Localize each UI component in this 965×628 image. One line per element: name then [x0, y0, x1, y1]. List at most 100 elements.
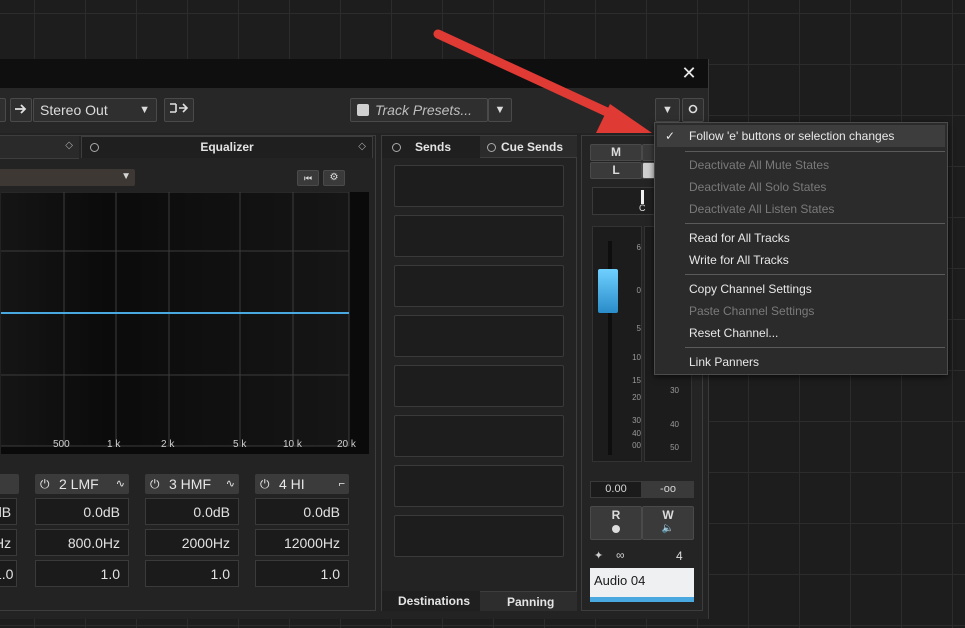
send-slot-4[interactable] — [394, 315, 564, 357]
tab-destinations[interactable]: Destinations — [382, 591, 480, 611]
menu-item-reset-channel[interactable]: Reset Channel... — [655, 322, 947, 344]
functions-menu-button[interactable]: ▼ — [655, 98, 680, 122]
mute-button[interactable]: M — [590, 144, 642, 161]
fader-scale-10: 10 — [632, 353, 641, 362]
sends-bypass-icon[interactable] — [392, 143, 401, 152]
eq-band-3-freq[interactable]: 2000Hz — [145, 529, 239, 556]
volume-fader-handle[interactable] — [598, 269, 618, 313]
menu-item-copy-settings[interactable]: Copy Channel Settings — [655, 278, 947, 300]
eq-band-4-gain[interactable]: 0.0dB — [255, 498, 349, 525]
equalizer-panel: ◇ Equalizer ◇ ▼ ⏮ ⚙ 500 1 k 2 k 5 k 10 k… — [0, 135, 376, 611]
eq-band-2-header[interactable]: ⏻ 2 LMF ∿ — [35, 474, 129, 494]
eq-band-1-gain[interactable]: dB — [0, 498, 17, 525]
send-slot-7[interactable] — [394, 465, 564, 507]
eq-preset-select[interactable]: ▼ — [0, 169, 135, 186]
left-channel-button[interactable]: L — [590, 162, 642, 179]
input-routing-button[interactable] — [0, 98, 6, 122]
menu-item-deactivate-solo[interactable]: Deactivate All Solo States — [655, 176, 947, 198]
gear-icon — [688, 104, 698, 114]
output-routing-select[interactable]: Stereo Out ▼ — [33, 98, 157, 122]
window-titlebar: ✕ — [0, 59, 708, 88]
send-slot-6[interactable] — [394, 415, 564, 457]
eq-band-2-freq[interactable]: 800.0Hz — [35, 529, 129, 556]
tab-panning-label: Panning — [507, 595, 555, 609]
eq-settings-button[interactable]: ⚙ — [323, 170, 345, 186]
settings-button[interactable] — [682, 98, 704, 122]
menu-item-deactivate-mute[interactable]: Deactivate All Mute States — [655, 154, 947, 176]
power-icon[interactable]: ⏻ — [150, 474, 160, 494]
fader-scale-30: 30 — [632, 416, 641, 425]
eq-band-2-gain[interactable]: 0.0dB — [35, 498, 129, 525]
menu-item-follow-e-buttons[interactable]: ✓ Follow 'e' buttons or selection change… — [655, 125, 947, 147]
cue-sends-bypass-icon[interactable] — [487, 143, 496, 152]
eq-band-3-name: 3 HMF — [169, 476, 211, 492]
chevron-down-icon: ▼ — [121, 171, 131, 182]
eq-curve-display[interactable]: 500 1 k 2 k 5 k 10 k 20 k — [1, 192, 369, 454]
send-slot-2[interactable] — [394, 215, 564, 257]
inserts-tab-strip: ◇ — [0, 136, 79, 159]
write-automation-button[interactable]: W 🔈 — [642, 506, 694, 540]
direct-routing-button[interactable] — [164, 98, 194, 122]
track-presets-dropdown[interactable]: ▼ — [488, 98, 512, 122]
functions-context-menu: ✓ Follow 'e' buttons or selection change… — [654, 122, 948, 375]
fader-scale-5: 5 — [636, 324, 641, 333]
track-name-field[interactable]: Audio 04 — [590, 568, 694, 602]
output-routing-icon[interactable] — [10, 98, 32, 122]
check-mark-icon: ✓ — [665, 129, 676, 143]
track-presets-field[interactable]: Track Presets... — [350, 98, 488, 122]
eq-band-4-header[interactable]: ⏻ 4 HI ⌐ — [255, 474, 349, 494]
high-shelf-icon[interactable]: ⌐ — [339, 474, 345, 494]
eq-band-1-freq[interactable]: Hz — [0, 529, 17, 556]
tab-cue-sends[interactable]: Cue Sends — [480, 136, 577, 158]
low-shelf-icon[interactable]: ∿ — [116, 474, 125, 494]
fader-scale-0: 0 — [636, 286, 641, 295]
equalizer-tab[interactable]: Equalizer ◇ — [81, 136, 373, 158]
link-icon[interactable]: ∞ — [616, 548, 625, 562]
meter-scale-50: 50 — [670, 443, 679, 452]
send-slot-3[interactable] — [394, 265, 564, 307]
tab-panning[interactable]: Panning — [480, 591, 577, 611]
eq-band-1-header[interactable] — [0, 474, 19, 494]
fader-scale-40: 40 — [632, 429, 641, 438]
meter-scale-40: 40 — [670, 420, 679, 429]
eq-band-4-freq[interactable]: 12000Hz — [255, 529, 349, 556]
eq-band-3-q[interactable]: 1.0 — [145, 560, 239, 587]
sends-panel: Sends Cue Sends Destinations Panning — [381, 135, 577, 611]
eq-band-3-gain[interactable]: 0.0dB — [145, 498, 239, 525]
eq-band-2-q[interactable]: 1.0 — [35, 560, 129, 587]
freq-label-5k: 5 k — [233, 439, 247, 450]
power-icon[interactable]: ⏻ — [40, 474, 50, 494]
pan-center-label: C — [639, 203, 646, 213]
close-icon[interactable]: ✕ — [680, 64, 698, 82]
eq-band-1-q[interactable]: 1.0 — [0, 560, 17, 587]
eq-band-3-header[interactable]: ⏻ 3 HMF ∿ — [145, 474, 239, 494]
peak-value-field[interactable]: -oo — [642, 481, 694, 498]
output-routing-value: Stereo Out — [40, 102, 108, 118]
equalizer-title: Equalizer — [200, 140, 254, 154]
diamond-icon: ◇ — [65, 140, 73, 151]
menu-item-link-panners[interactable]: Link Panners — [655, 351, 947, 373]
power-icon[interactable]: ⏻ — [260, 474, 270, 494]
read-automation-button[interactable]: R — [590, 506, 642, 540]
menu-item-write-all[interactable]: Write for All Tracks — [655, 249, 947, 271]
tab-sends[interactable]: Sends — [382, 136, 480, 158]
arrow-right-icon — [15, 104, 27, 114]
speaker-icon: 🔈 — [661, 523, 675, 534]
freq-label-2k: 2 k — [161, 439, 175, 450]
volume-value-field[interactable]: 0.00 — [590, 481, 642, 498]
fader-scale-20: 20 — [632, 393, 641, 402]
send-slot-8[interactable] — [394, 515, 564, 557]
eq-band-4-q[interactable]: 1.0 — [255, 560, 349, 587]
fader-scale-inf: 00 — [632, 441, 641, 450]
menu-separator — [685, 347, 945, 348]
input-transformer-icon[interactable]: ✦ — [594, 549, 603, 562]
send-slot-5[interactable] — [394, 365, 564, 407]
fader-track-area[interactable]: 6 0 5 10 15 20 30 40 00 — [592, 226, 642, 462]
menu-item-read-all[interactable]: Read for All Tracks — [655, 227, 947, 249]
direct-routing-icon — [170, 103, 189, 113]
peak-filter-icon[interactable]: ∿ — [226, 474, 235, 494]
eq-reset-button[interactable]: ⏮ — [297, 170, 319, 186]
menu-item-deactivate-listen[interactable]: Deactivate All Listen States — [655, 198, 947, 220]
menu-item-paste-settings[interactable]: Paste Channel Settings — [655, 300, 947, 322]
send-slot-1[interactable] — [394, 165, 564, 207]
